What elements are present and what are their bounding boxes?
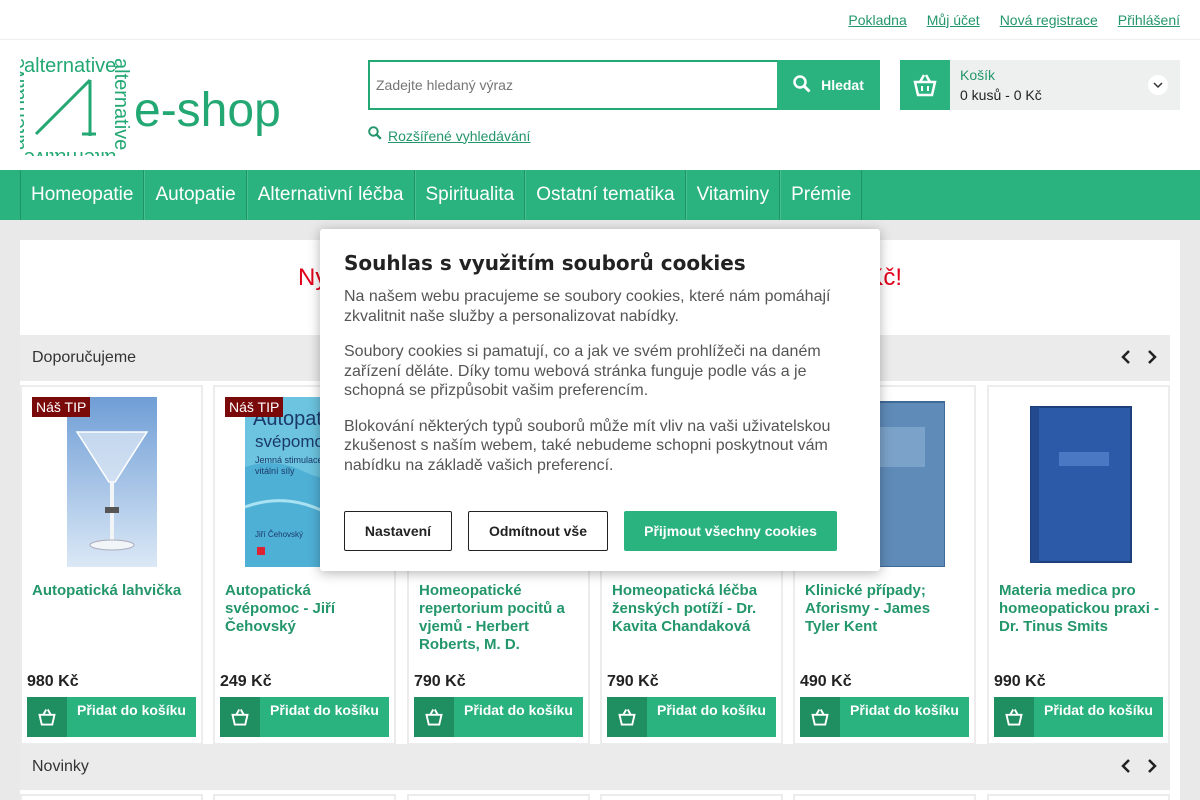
cookie-settings-button[interactable]: Nastavení: [344, 511, 452, 551]
chevron-right-icon[interactable]: [1146, 758, 1158, 779]
register-link[interactable]: Nová registrace: [1000, 12, 1098, 28]
nav-item-autopatie[interactable]: Autopatie: [144, 170, 247, 220]
cart-widget[interactable]: Košík 0 kusů - 0 Kč: [900, 60, 1180, 110]
add-to-cart-label: Přidat do košíku: [270, 702, 379, 718]
add-to-cart-label: Přidat do košíku: [657, 702, 766, 718]
advanced-search-label: Rozšířené vyhledávání: [388, 127, 531, 144]
product-price: 490 Kč: [800, 673, 852, 690]
nav-item-alternativni-lecba[interactable]: Alternativní léčba: [246, 170, 415, 220]
add-to-cart-button[interactable]: Přidat do košíku: [994, 697, 1163, 737]
nav-item-homeopatie[interactable]: Homeopatie: [20, 170, 145, 220]
cover-subtitle-1: Jemná stimulace: [255, 455, 323, 465]
svg-text:alternative: alternative: [24, 147, 116, 156]
add-to-cart-button[interactable]: Přidat do košíku: [414, 697, 583, 737]
product-price: 249 Kč: [220, 673, 272, 690]
chevron-left-icon[interactable]: [1120, 758, 1132, 779]
new-products-row: [20, 794, 1180, 800]
product-name[interactable]: Autopatická svépomoc - Jiří Čehovský: [225, 582, 388, 636]
chevron-right-icon[interactable]: [1146, 349, 1158, 370]
advanced-search-link[interactable]: Rozšířené vyhledávání: [368, 126, 530, 145]
svg-text:alternative: alternative: [24, 55, 116, 77]
svg-text:alternative: alternative: [110, 58, 132, 150]
nav-item-vitaminy[interactable]: Vitaminy: [685, 170, 781, 220]
add-to-cart-label: Přidat do košíku: [77, 702, 186, 718]
checkout-link[interactable]: Pokladna: [848, 12, 906, 28]
add-to-cart-label: Přidat do košíku: [1044, 702, 1153, 718]
nav-item-spiritualita[interactable]: Spiritualita: [414, 170, 526, 220]
cover-subtitle-2: vitální síly: [255, 466, 295, 476]
tip-badge: Náš TIP: [225, 397, 284, 417]
top-links-bar: Pokladna Můj účet Nová registrace Přihlá…: [0, 0, 1200, 40]
cookie-paragraph-2: Soubory cookies si pamatují, co a jak ve…: [344, 343, 821, 399]
product-price: 990 Kč: [994, 673, 1046, 690]
cookie-accept-button[interactable]: Přijmout všechny cookies: [624, 511, 837, 551]
chevron-left-icon[interactable]: [1120, 349, 1132, 370]
product-name[interactable]: Homeopatické repertorium pocitů a vjemů …: [419, 582, 582, 654]
cookie-paragraph-3: Blokování některých typů souborů může mí…: [344, 417, 831, 474]
cookie-reject-button[interactable]: Odmítnout vše: [468, 511, 608, 551]
basket-icon: [800, 697, 840, 737]
add-to-cart-button[interactable]: Přidat do košíku: [220, 697, 389, 737]
nav-item-ostatni-tematika[interactable]: Ostatní tematika: [525, 170, 686, 220]
tip-badge: Náš TIP: [32, 397, 91, 417]
login-link[interactable]: Přihlášení: [1118, 12, 1180, 28]
chevron-down-icon[interactable]: [1148, 75, 1168, 95]
search-icon: [368, 126, 382, 145]
product-price: 790 Kč: [607, 673, 659, 690]
product-card[interactable]: Náš TIP Autopatická lahvička 980 Kč Přid…: [20, 385, 203, 745]
logo-text: e-shop: [134, 84, 281, 137]
add-to-cart-label: Přidat do košíku: [464, 702, 573, 718]
basket-icon: [414, 697, 454, 737]
cookie-paragraph-1: Na našem webu pracujeme se soubory cooki…: [344, 288, 831, 325]
add-to-cart-button[interactable]: Přidat do košíku: [27, 697, 196, 737]
product-card[interactable]: Materia medica pro homeopatickou praxi -…: [987, 385, 1170, 745]
header: alternative alternative alternative alte…: [0, 40, 1200, 170]
product-image[interactable]: [28, 397, 195, 567]
my-account-link[interactable]: Můj účet: [927, 12, 980, 28]
product-price: 790 Kč: [414, 673, 466, 690]
site-logo[interactable]: alternative alternative alternative alte…: [7, 54, 300, 169]
product-name[interactable]: Autopatická lahvička: [32, 582, 195, 600]
product-price: 980 Kč: [27, 673, 79, 690]
product-name[interactable]: Homeopatická léčba ženských potíží - Dr.…: [612, 582, 775, 636]
product-name[interactable]: Klinické případy; Aforismy - James Tyler…: [805, 582, 968, 636]
nav-item-premie[interactable]: Prémie: [780, 170, 863, 220]
main-nav: Homeopatie Autopatie Alternativní léčba …: [0, 170, 1200, 220]
cover-author: Jiří Čehovský: [255, 530, 303, 539]
add-to-cart-label: Přidat do košíku: [850, 702, 959, 718]
basket-icon: [27, 697, 67, 737]
section-new: Novinky: [20, 744, 1170, 790]
basket-icon: [607, 697, 647, 737]
add-to-cart-button[interactable]: Přidat do košíku: [800, 697, 969, 737]
search-button-label: Hledat: [821, 77, 864, 93]
search-button[interactable]: Hledat: [777, 60, 880, 110]
basket-icon: [220, 697, 260, 737]
cookie-title: Souhlas s využitím souborů cookies: [344, 251, 746, 275]
search-bar: Hledat: [368, 60, 880, 110]
section-title: Novinky: [32, 758, 89, 775]
search-input[interactable]: [368, 60, 777, 110]
basket-icon: [900, 60, 950, 110]
cookie-consent-dialog: Souhlas s využitím souborů cookies Na na…: [320, 229, 880, 571]
svg-text:alternative: alternative: [20, 58, 29, 150]
product-image[interactable]: [995, 397, 1162, 567]
section-title: Doporučujeme: [32, 349, 137, 366]
product-name[interactable]: Materia medica pro homeopatickou praxi -…: [999, 582, 1162, 636]
cart-label: Košík: [960, 67, 996, 83]
add-to-cart-button[interactable]: Přidat do košíku: [607, 697, 776, 737]
search-icon: [793, 74, 811, 96]
cart-count: 0 kusů - 0 Kč: [960, 87, 1042, 103]
basket-icon: [994, 697, 1034, 737]
